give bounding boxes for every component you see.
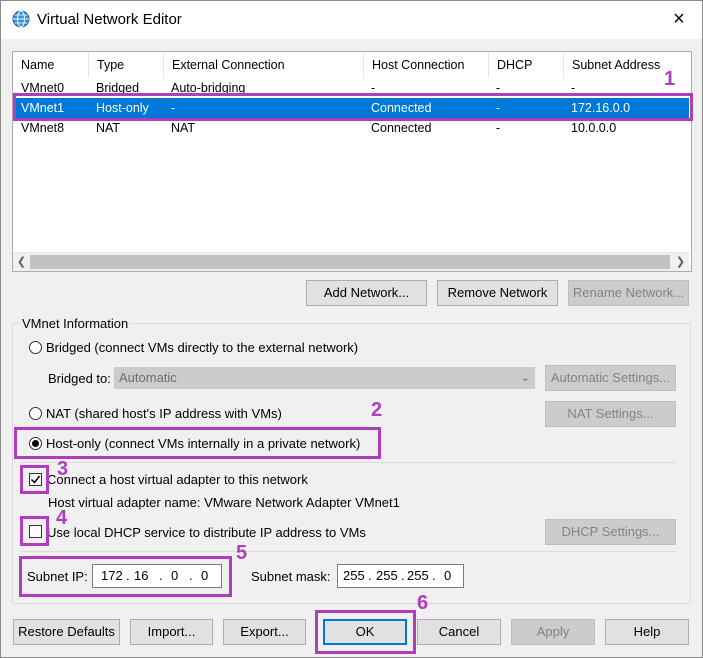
scroll-left-icon[interactable]: ❮ xyxy=(13,253,30,271)
nat-label[interactable]: NAT (shared host's IP address with VMs) xyxy=(46,406,282,421)
scrollbar-thumb[interactable] xyxy=(30,255,670,269)
bridged-label[interactable]: Bridged (connect VMs directly to the ext… xyxy=(46,340,358,355)
bridged-radio[interactable] xyxy=(29,341,42,354)
cancel-button[interactable]: Cancel xyxy=(417,619,501,645)
bridged-to-select[interactable]: Automatic ⌄ xyxy=(114,367,535,389)
rename-network-button[interactable]: Rename Network... xyxy=(568,280,689,306)
bridged-to-value: Automatic xyxy=(119,370,177,385)
adapter-name-text: Host virtual adapter name: VMware Networ… xyxy=(48,495,400,510)
annotation-box-5 xyxy=(19,556,232,597)
horizontal-scrollbar[interactable]: ❮ ❯ xyxy=(13,252,689,271)
connect-adapter-label[interactable]: Connect a host virtual adapter to this n… xyxy=(47,472,308,487)
add-network-button[interactable]: Add Network... xyxy=(306,280,427,306)
mask-octet-1: 255 xyxy=(343,568,365,583)
column-header-host-connection[interactable]: Host Connection xyxy=(363,52,488,78)
cell-type: NAT xyxy=(96,121,121,135)
scroll-right-icon[interactable]: ❯ xyxy=(672,253,689,271)
automatic-settings-button[interactable]: Automatic Settings... xyxy=(545,365,676,391)
annotation-box-4 xyxy=(20,516,49,546)
column-header-type[interactable]: Type xyxy=(88,52,163,78)
mask-octet-3: 255 xyxy=(407,568,429,583)
subnet-mask-input[interactable]: 255 . 255 . 255 . 0 xyxy=(337,564,464,588)
column-header-name[interactable]: Name xyxy=(13,52,88,78)
help-button[interactable]: Help xyxy=(605,619,689,645)
remove-network-button[interactable]: Remove Network xyxy=(437,280,558,306)
network-list[interactable]: Name Type External Connection Host Conne… xyxy=(12,51,692,272)
chevron-down-icon: ⌄ xyxy=(520,372,530,384)
column-header-external-connection[interactable]: External Connection xyxy=(163,52,363,78)
apply-button[interactable]: Apply xyxy=(511,619,595,645)
column-header-dhcp[interactable]: DHCP xyxy=(488,52,563,78)
cell-external: NAT xyxy=(171,121,196,135)
window-title: Virtual Network Editor xyxy=(37,11,182,28)
nat-settings-button[interactable]: NAT Settings... xyxy=(545,401,676,427)
annotation-box-3 xyxy=(20,465,49,494)
dhcp-settings-button[interactable]: DHCP Settings... xyxy=(545,519,676,545)
globe-network-icon xyxy=(12,10,30,28)
annotation-number-2: 2 xyxy=(371,399,383,421)
vmnet-information-title: VMnet Information xyxy=(20,316,131,331)
annotation-box-6 xyxy=(315,610,416,654)
mask-octet-4: 0 xyxy=(444,568,452,583)
title-bar: Virtual Network Editor × xyxy=(1,1,702,39)
export-button[interactable]: Export... xyxy=(223,619,306,645)
annotation-box-1 xyxy=(13,93,693,121)
annotation-number-1: 1 xyxy=(664,68,676,90)
annotation-number-5: 5 xyxy=(236,542,248,564)
close-icon[interactable]: × xyxy=(668,7,690,31)
cell-name: VMnet8 xyxy=(21,121,65,135)
restore-defaults-button[interactable]: Restore Defaults xyxy=(13,619,120,645)
subnet-mask-label: Subnet mask: xyxy=(251,569,331,584)
table-row[interactable]: VMnet8 NAT NAT Connected - 10.0.0.0 xyxy=(13,118,689,138)
nat-radio[interactable] xyxy=(29,407,42,420)
annotation-number-4: 4 xyxy=(56,507,68,529)
annotation-box-2 xyxy=(14,427,381,459)
cell-host: Connected xyxy=(371,121,432,135)
annotation-number-3: 3 xyxy=(57,458,69,480)
divider xyxy=(21,462,676,463)
divider xyxy=(21,551,676,552)
import-button[interactable]: Import... xyxy=(130,619,213,645)
bridged-to-label: Bridged to: xyxy=(48,371,111,386)
dhcp-label[interactable]: Use local DHCP service to distribute IP … xyxy=(47,525,366,540)
annotation-number-6: 6 xyxy=(417,592,429,614)
cell-dhcp: - xyxy=(496,121,501,135)
cell-subnet: 10.0.0.0 xyxy=(571,121,617,135)
mask-octet-2: 255 xyxy=(376,568,398,583)
